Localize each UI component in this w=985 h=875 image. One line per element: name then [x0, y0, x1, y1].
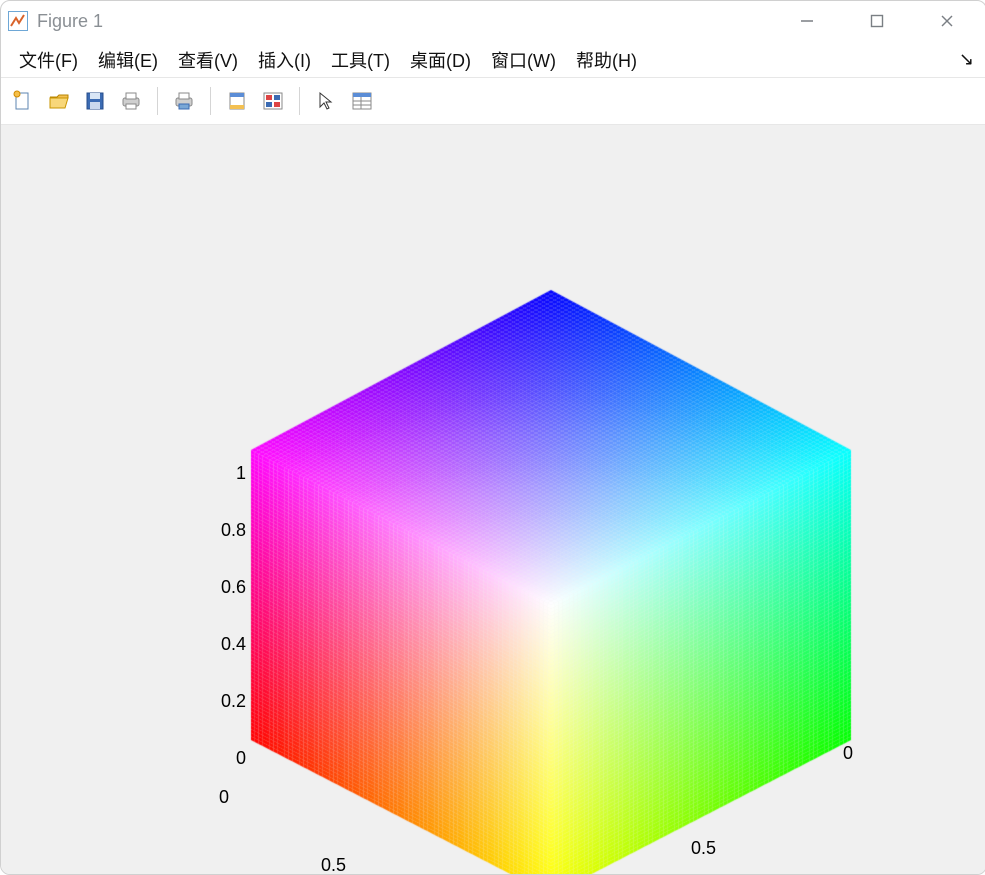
brush-data-icon[interactable] — [257, 85, 289, 117]
menu-desktop[interactable]: 桌面(D) — [400, 43, 481, 77]
matlab-app-icon — [7, 10, 29, 32]
y-tick: 0.5 — [691, 838, 716, 859]
print-preview-icon[interactable] — [168, 85, 200, 117]
menu-view[interactable]: 查看(V) — [168, 43, 248, 77]
x-tick: 0 — [219, 787, 229, 808]
z-tick: 0.8 — [201, 520, 246, 541]
z-tick: 0.4 — [201, 634, 246, 655]
menu-tools[interactable]: 工具(T) — [321, 43, 400, 77]
menu-file[interactable]: 文件(F) — [9, 43, 88, 77]
inspector-icon[interactable] — [346, 85, 378, 117]
toolbar-separator — [157, 87, 158, 115]
print-icon[interactable] — [115, 85, 147, 117]
link-plot-icon[interactable] — [221, 85, 253, 117]
toolbar-separator — [210, 87, 211, 115]
menu-edit[interactable]: 编辑(E) — [88, 43, 168, 77]
cursor-icon[interactable] — [310, 85, 342, 117]
maximize-button[interactable] — [858, 2, 896, 40]
open-file-icon[interactable] — [43, 85, 75, 117]
menu-bar: 文件(F) 编辑(E) 查看(V) 插入(I) 工具(T) 桌面(D) 窗口(W… — [1, 41, 985, 78]
menu-insert[interactable]: 插入(I) — [248, 43, 321, 77]
new-file-icon[interactable] — [7, 85, 39, 117]
rgb-cube-surface — [231, 165, 871, 875]
minimize-button[interactable] — [788, 2, 826, 40]
figure-window: Figure 1 文件(F) 编辑(E) 查看(V) 插入(I) 工具(T) 桌… — [0, 0, 985, 875]
window-controls — [788, 2, 966, 40]
z-tick: 0.2 — [201, 691, 246, 712]
y-tick: 0 — [843, 743, 853, 764]
z-tick: 0 — [216, 748, 246, 769]
axes-3d[interactable]: 1 0.8 0.6 0.4 0.2 0 0 0.5 1 1 0.5 0 — [1, 125, 985, 874]
x-tick: 0.5 — [321, 855, 346, 875]
title-bar[interactable]: Figure 1 — [1, 1, 985, 41]
menu-window[interactable]: 窗口(W) — [481, 43, 566, 77]
menu-help[interactable]: 帮助(H) — [566, 43, 647, 77]
toolbar-separator — [299, 87, 300, 115]
save-icon[interactable] — [79, 85, 111, 117]
window-title: Figure 1 — [37, 11, 103, 32]
close-button[interactable] — [928, 2, 966, 40]
z-tick: 1 — [216, 463, 246, 484]
toolbar — [1, 78, 985, 125]
z-tick: 0.6 — [201, 577, 246, 598]
dock-arrow-icon[interactable]: ↘ — [959, 49, 974, 70]
